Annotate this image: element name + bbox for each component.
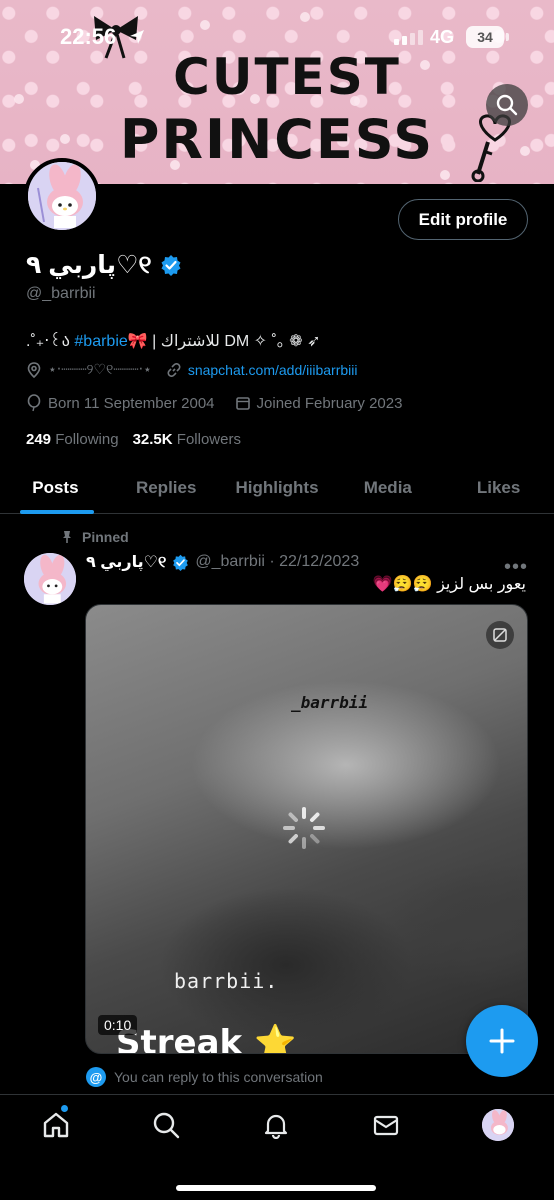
banner-title-line1: CUTEST	[173, 48, 401, 106]
link-icon	[167, 362, 181, 377]
tab-replies[interactable]: Replies	[111, 462, 222, 513]
video-watermark-top: _barrbii	[291, 693, 369, 712]
profile-avatar[interactable]	[24, 158, 100, 234]
post-author-name[interactable]: پاربي ٩♡୧	[86, 552, 166, 572]
location-pin-icon	[27, 361, 41, 378]
bell-icon	[264, 1114, 288, 1139]
profile-meta-location-link: ⋆‧┈┈┈୨♡୧┈┈┈‧⋆ snapchat.com/add/iiibarrbi…	[26, 361, 357, 378]
compose-button[interactable]	[466, 1005, 538, 1077]
video-duration: 0:10	[98, 1015, 138, 1035]
post-handle-date: @_barrbii · 22/12/2023	[195, 553, 360, 570]
report-media-icon[interactable]	[486, 621, 514, 649]
calendar-icon	[235, 397, 250, 410]
display-name: پاربي ٩♡୧	[26, 251, 152, 279]
tab-highlights[interactable]: Highlights	[222, 462, 333, 513]
bio-hashtag[interactable]: #barbie🎀	[74, 333, 147, 350]
melody-avatar-icon	[24, 553, 76, 605]
profile-tabs: Posts Replies Highlights Media Likes	[0, 462, 554, 514]
post-text: يعور بس لزيز 😮‍💨😮‍💨💗	[372, 576, 526, 593]
verified-badge-icon	[173, 554, 189, 571]
battery-tip	[506, 33, 509, 41]
followers-count: 32.5K	[132, 431, 173, 448]
follow-stats: 249 Following 32.5K Followers	[26, 431, 241, 448]
following-link[interactable]: 249 Following	[26, 431, 119, 448]
location-arrow-icon	[130, 30, 144, 44]
video-watermark-bottom: barrbii.	[174, 969, 279, 993]
display-name-row: پاربي ٩♡୧	[26, 250, 182, 280]
nav-search[interactable]	[146, 1109, 186, 1141]
pinned-label: Pinned	[82, 529, 129, 545]
home-icon	[43, 1112, 69, 1138]
mail-icon	[373, 1115, 399, 1136]
profile-avatar	[482, 1109, 514, 1141]
post-header: پاربي ٩♡୧ @_barrbii · 22/12/2023	[86, 552, 359, 572]
following-count: 249	[26, 431, 52, 448]
notification-dot	[61, 1105, 68, 1112]
profile-link[interactable]: snapchat.com/add/iiibarrbiii	[188, 362, 358, 378]
nav-notifications[interactable]	[256, 1109, 296, 1141]
verified-badge-icon	[161, 255, 180, 276]
followers-link[interactable]: 32.5K Followers	[133, 431, 241, 448]
battery-icon: 34	[466, 26, 504, 48]
nav-profile[interactable]	[478, 1109, 518, 1141]
pin-icon	[63, 531, 71, 543]
status-bar: 22:56 4G 34	[0, 22, 554, 56]
edit-profile-button[interactable]: Edit profile	[398, 199, 528, 240]
tab-posts[interactable]: Posts	[0, 462, 111, 514]
profile-meta-dates: Born 11 September 2004 Joined February 2…	[26, 394, 402, 412]
bottom-navigation	[0, 1094, 554, 1200]
loading-spinner-icon	[283, 807, 325, 849]
plus-icon	[489, 1028, 515, 1054]
tab-likes[interactable]: Likes	[443, 462, 554, 513]
reply-note-text: You can reply to this conversation	[114, 1069, 323, 1085]
profile-bio: .˚₊‧꒰ა #barbie🎀 | للاشتراك DM ✧ ˚｡ ❁ ➶	[26, 327, 321, 351]
bio-prefix: .˚₊‧꒰ა	[26, 333, 70, 350]
profile-location: ⋆‧┈┈┈୨♡୧┈┈┈‧⋆	[48, 361, 152, 377]
home-indicator	[176, 1185, 376, 1191]
signal-icon	[394, 30, 423, 45]
pinned-indicator: Pinned	[60, 529, 129, 545]
search-icon	[153, 1112, 180, 1139]
profile-born: Born 11 September 2004	[48, 394, 215, 412]
balloon-icon	[27, 394, 41, 412]
network-label: 4G	[430, 27, 455, 47]
nav-messages[interactable]	[366, 1109, 406, 1141]
profile-handle: @_barrbii	[26, 285, 96, 302]
followers-label: Followers	[176, 431, 241, 448]
nav-home[interactable]	[36, 1109, 76, 1141]
bio-suffix: | للاشتراك DM ✧ ˚｡ ❁ ➶	[152, 333, 321, 350]
status-time: 22:56	[60, 24, 117, 49]
tab-media[interactable]: Media	[332, 462, 443, 513]
search-button[interactable]	[486, 84, 528, 126]
at-sign-icon: @	[86, 1067, 106, 1087]
post-video[interactable]: _barrbii barrbii. Streak ⭐ 0:10	[85, 604, 528, 1054]
melody-avatar-icon	[28, 162, 96, 230]
reply-permission-note: @ You can reply to this conversation	[86, 1067, 323, 1087]
following-label: Following	[55, 431, 119, 448]
search-icon	[496, 94, 518, 116]
post-avatar[interactable]	[24, 553, 76, 605]
profile-joined: Joined February 2023	[256, 394, 403, 412]
video-caption: Streak ⭐	[116, 1023, 297, 1054]
